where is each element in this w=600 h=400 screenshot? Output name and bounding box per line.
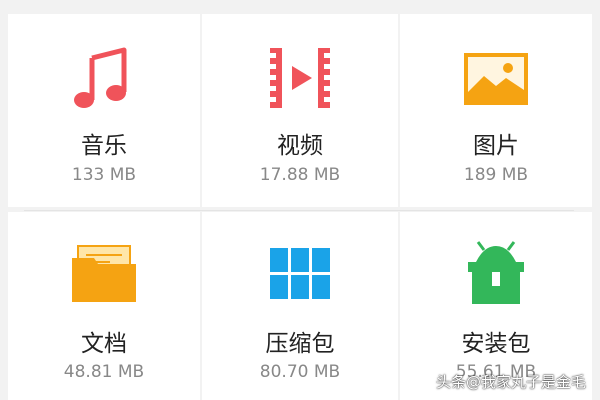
row-divider bbox=[24, 210, 574, 211]
category-label: 视频 bbox=[277, 133, 323, 159]
image-icon bbox=[464, 53, 528, 105]
category-label: 音乐 bbox=[81, 133, 127, 159]
video-icon bbox=[270, 48, 330, 108]
category-label: 文档 bbox=[81, 331, 127, 357]
archive-icon bbox=[270, 248, 330, 299]
category-video[interactable]: 视频 17.88 MB bbox=[202, 14, 398, 207]
category-documents[interactable]: 文档 48.81 MB bbox=[8, 212, 200, 400]
folder-icon bbox=[72, 245, 136, 302]
music-icon bbox=[74, 47, 127, 108]
category-label: 安装包 bbox=[461, 331, 531, 357]
category-size: 133 MB bbox=[71, 165, 137, 185]
category-music[interactable]: 音乐 133 MB bbox=[8, 14, 200, 207]
category-archives[interactable]: 压缩包 80.70 MB bbox=[202, 212, 398, 400]
category-size: 17.88 MB bbox=[259, 165, 341, 185]
category-size: 80.70 MB bbox=[259, 362, 341, 382]
watermark: 头条@我家丸子是金毛 bbox=[435, 373, 586, 391]
category-label: 压缩包 bbox=[265, 331, 335, 357]
category-size: 189 MB bbox=[463, 165, 529, 185]
file-categories-grid: 音乐 133 MB 视频 17.88 MB 图片 189 MB 文档 48.81… bbox=[0, 0, 600, 400]
category-label: 图片 bbox=[473, 133, 519, 159]
android-package-icon bbox=[468, 241, 524, 304]
category-image[interactable]: 图片 189 MB bbox=[400, 14, 592, 207]
category-size: 48.81 MB bbox=[63, 362, 145, 382]
